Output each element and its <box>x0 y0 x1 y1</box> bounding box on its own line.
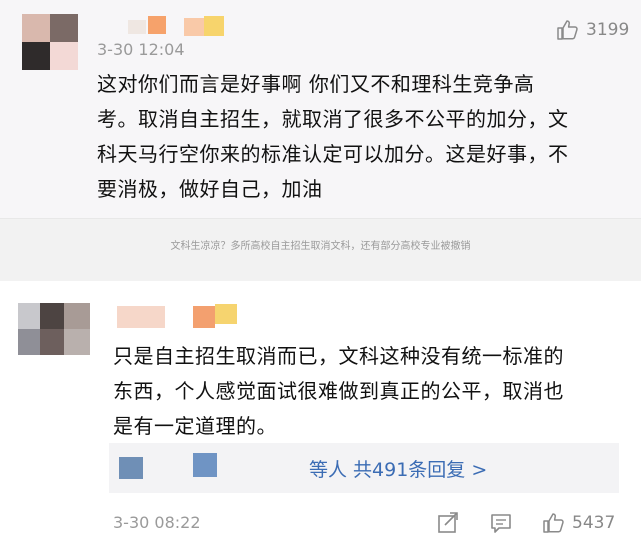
comment-button[interactable] <box>489 511 513 535</box>
comment-body: 这对你们而言是好事啊 你们又不和理科生竞争高 考。取消自主招生，就取消了很多不公… <box>97 67 632 207</box>
article-caption[interactable]: 文科生凉凉？多所高校自主招生取消文科，还有部分高校专业被撤销 <box>0 237 641 252</box>
article-caption-band: 文科生凉凉？多所高校自主招生取消文科，还有部分高校专业被撤销 <box>0 218 641 281</box>
comment-icon <box>491 514 511 533</box>
comment-line: 要消极，做好自己，加油 <box>97 177 323 201</box>
reply-avatar <box>119 457 143 479</box>
comment-line: 这对你们而言是好事啊 你们又不和理科生竞争高 <box>97 72 535 96</box>
reply-avatar <box>193 453 217 477</box>
view-replies-link[interactable]: 等人 共491条回复 > <box>309 455 487 482</box>
comment-card-1: 3-30 12:04 3199 这对你们而言是好事啊 你们又不和理科生竞争高 考… <box>0 0 641 218</box>
comment-line: 考。取消自主招生，就取消了很多不公平的加分，文 <box>97 107 569 131</box>
thumbs-up-icon <box>543 513 564 533</box>
comment-timestamp: 3-30 08:22 <box>113 513 201 532</box>
comment-line: 科天马行空你来的标准认定可以加分。这是好事，不 <box>97 142 569 166</box>
like-button[interactable]: 5437 <box>542 511 615 535</box>
avatar[interactable] <box>22 14 80 72</box>
like-count: 5437 <box>572 513 616 533</box>
like-count: 3199 <box>586 20 630 40</box>
comment-timestamp: 3-30 12:04 <box>97 40 185 59</box>
username[interactable] <box>128 16 238 38</box>
replies-box[interactable]: 等人 共491条回复 > <box>109 443 619 493</box>
like-button[interactable]: 3199 <box>556 18 629 42</box>
thumbs-up-icon <box>557 20 578 40</box>
avatar[interactable] <box>18 303 94 355</box>
share-icon <box>438 512 458 533</box>
comment-line: 只是自主招生取消而已，文科这种没有统一标准的 <box>113 344 564 368</box>
comment-line: 是有一定道理的。 <box>113 414 277 438</box>
username[interactable] <box>117 304 247 328</box>
share-button[interactable] <box>436 511 460 535</box>
comment-footer: 3-30 08:22 5437 <box>0 505 641 541</box>
comment-line: 东西，个人感觉面试很难做到真正的公平，取消也 <box>113 379 564 403</box>
comment-body: 只是自主招生取消而已，文科这种没有统一标准的 东西，个人感觉面试很难做到真正的公… <box>113 339 628 444</box>
